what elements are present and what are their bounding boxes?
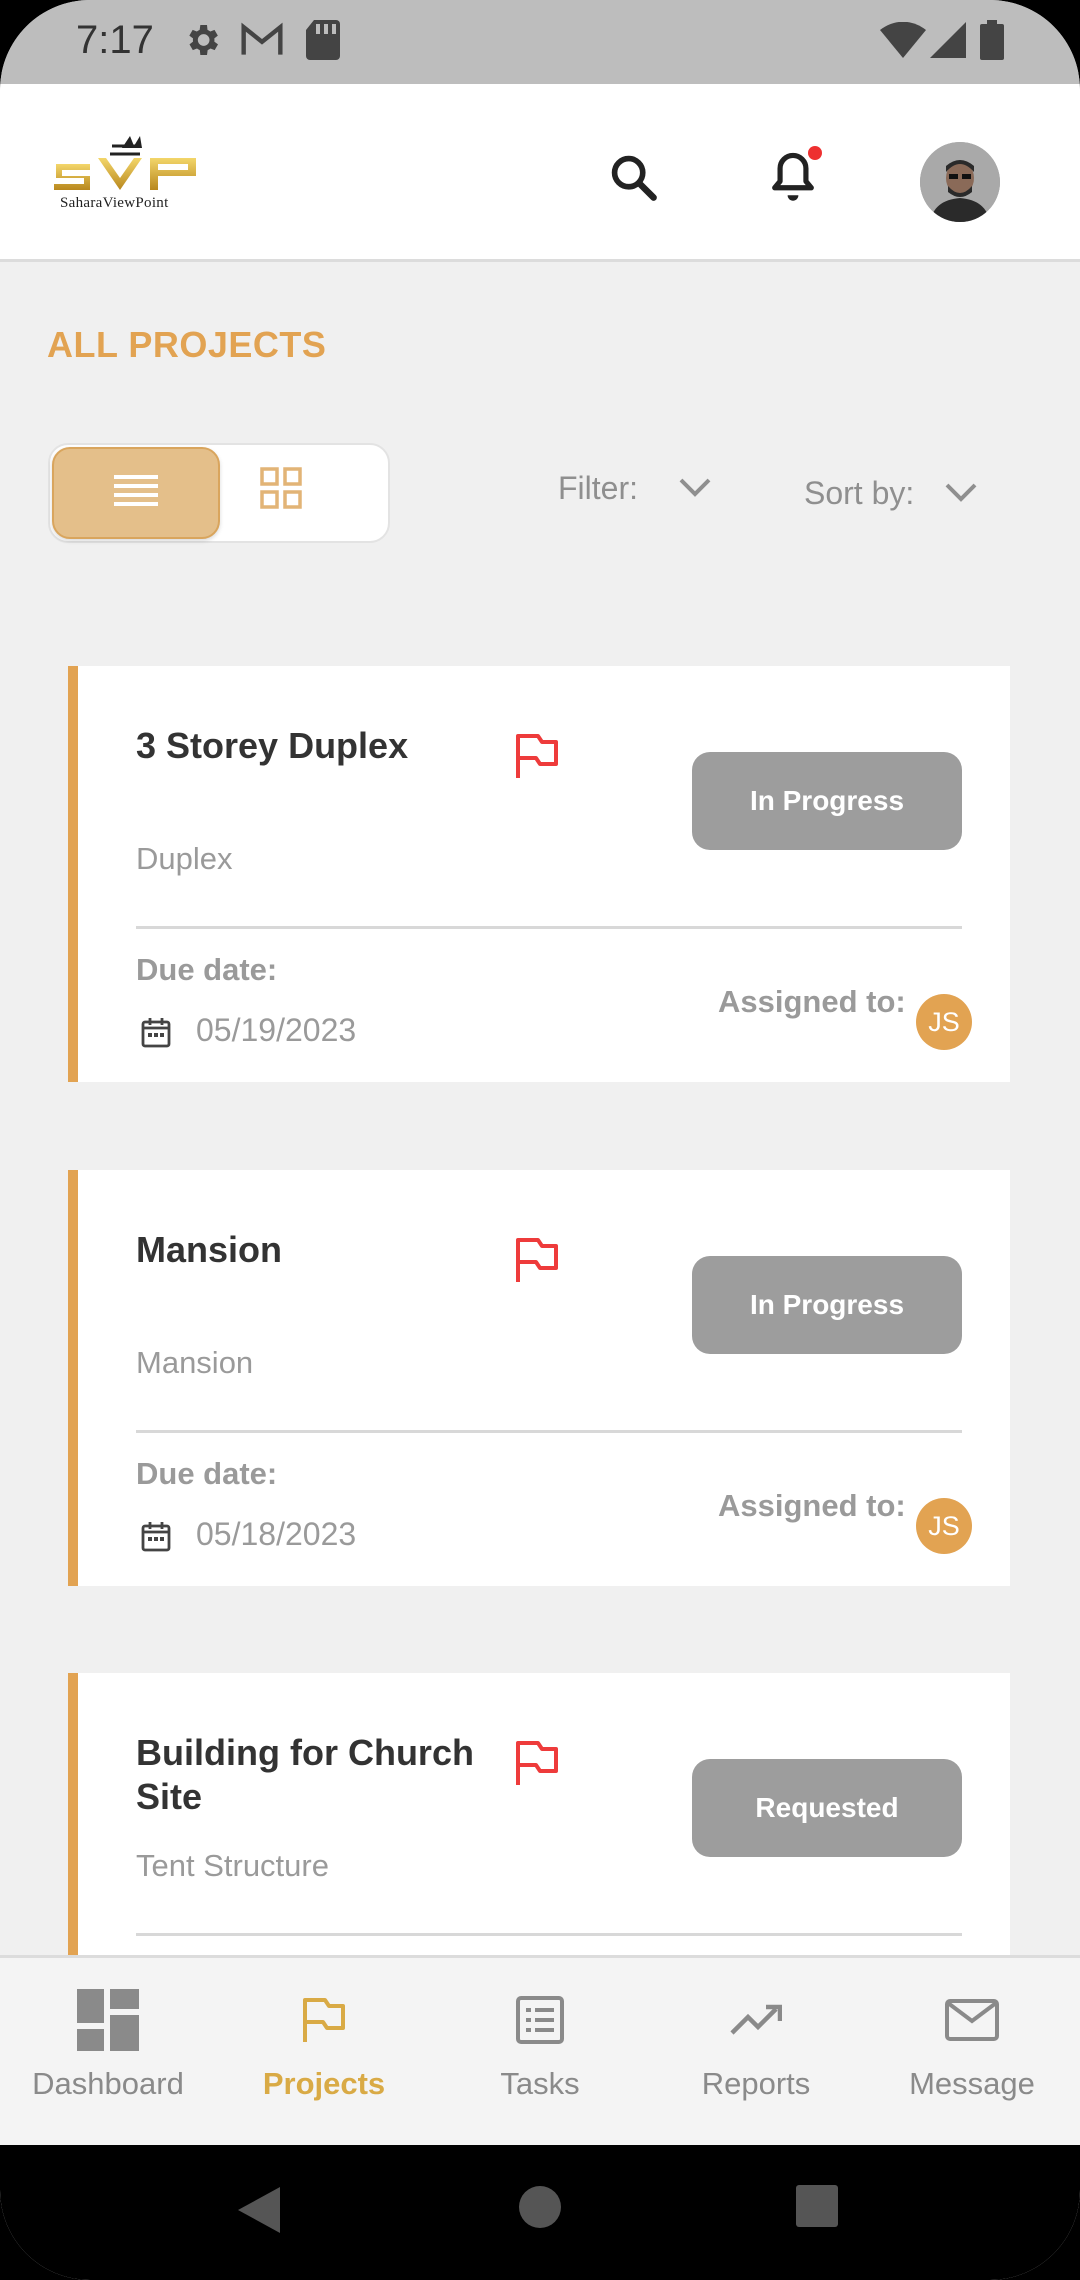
calendar-icon	[140, 1016, 172, 1048]
project-card[interactable]: Mansion In Progress Mansion Due date: 05…	[68, 1170, 1010, 1586]
project-title: Mansion	[136, 1229, 283, 1270]
nav-item-tasks[interactable]: Tasks	[432, 1988, 648, 2118]
divider	[136, 926, 962, 929]
nav-label: Tasks	[500, 2066, 580, 2101]
battery-icon	[980, 20, 1004, 65]
nav-item-message[interactable]: Message	[864, 1988, 1080, 2118]
project-title: 3 Storey Duplex	[136, 725, 409, 766]
assigned-label: Assigned to:	[718, 984, 906, 1019]
status-bar: 7:17	[0, 0, 1080, 84]
due-date: 05/19/2023	[196, 1012, 357, 1048]
filter-label: Filter:	[558, 470, 638, 506]
assignee-avatar[interactable]: JS	[916, 994, 972, 1050]
due-date: 05/18/2023	[196, 1516, 357, 1552]
assignee-avatar[interactable]: JS	[916, 1498, 972, 1554]
logo-text: SaharaViewPoint	[60, 195, 169, 211]
signal-icon	[930, 22, 966, 63]
app-header: SaharaViewPoint	[0, 84, 1080, 262]
chevron-down-icon	[678, 470, 712, 507]
avatar[interactable]	[920, 142, 1000, 222]
project-type: Mansion	[136, 1345, 254, 1380]
search-button[interactable]	[598, 144, 668, 214]
status-time: 7:17	[76, 18, 154, 62]
divider	[136, 1933, 962, 1936]
recents-icon[interactable]	[796, 2185, 838, 2232]
home-icon[interactable]	[518, 2185, 562, 2234]
nav-label: Dashboard	[32, 2066, 184, 2101]
mail-icon	[940, 1988, 1004, 2052]
due-date-label: Due date:	[136, 1456, 278, 1491]
nav-item-reports[interactable]: Reports	[648, 1988, 864, 2118]
nav-label: Reports	[701, 2066, 811, 2101]
trending-icon	[724, 1988, 788, 2052]
nav-label: Message	[909, 2066, 1035, 2101]
filter-dropdown[interactable]: Filter:	[558, 470, 712, 507]
status-badge[interactable]: In Progress	[692, 1256, 962, 1354]
divider	[136, 1430, 962, 1433]
tasks-icon	[508, 1988, 572, 2052]
gear-icon	[182, 20, 222, 65]
list-view-button[interactable]	[52, 447, 220, 539]
nav-item-dashboard[interactable]: Dashboard	[0, 1988, 216, 2118]
nav-label: Projects	[262, 2066, 386, 2101]
project-type: Tent Structure	[136, 1848, 329, 1883]
page-title: ALL PROJECTS	[47, 324, 327, 365]
chevron-down-icon	[944, 475, 978, 512]
list-icon	[114, 473, 158, 514]
search-icon	[607, 151, 659, 208]
phone-screen: 7:17 SaharaViewPoint ALL PROJECTS Filter…	[0, 0, 1080, 2280]
sort-label: Sort by:	[804, 475, 915, 511]
flag-icon[interactable]	[514, 732, 560, 780]
back-icon[interactable]	[236, 2185, 282, 2240]
grid-view-button[interactable]	[260, 467, 310, 517]
dashboard-icon	[76, 1988, 140, 2052]
due-date-label: Due date:	[136, 952, 278, 987]
gmail-icon	[240, 20, 284, 65]
wifi-icon	[880, 21, 926, 63]
flag-icon	[292, 1988, 356, 2052]
assigned-label: Assigned to:	[718, 1488, 906, 1523]
project-title: Building for Church Site	[136, 1732, 474, 1817]
view-toggle	[48, 443, 390, 543]
system-navigation-bar	[0, 2145, 1080, 2280]
bottom-navigation: Dashboard Projects Tasks Reports Message	[0, 1955, 1080, 2145]
nav-item-projects[interactable]: Projects	[216, 1988, 432, 2118]
status-badge[interactable]: Requested	[692, 1759, 962, 1857]
grid-icon	[260, 467, 302, 513]
status-badge[interactable]: In Progress	[692, 752, 962, 850]
sd-card-icon	[306, 20, 340, 65]
calendar-icon	[140, 1520, 172, 1552]
notification-dot	[808, 146, 822, 160]
sort-dropdown[interactable]: Sort by:	[804, 475, 978, 512]
flag-icon[interactable]	[514, 1739, 560, 1787]
flag-icon[interactable]	[514, 1236, 560, 1284]
project-type: Duplex	[136, 841, 233, 876]
project-card[interactable]: 3 Storey Duplex In Progress Duplex Due d…	[68, 666, 1010, 1082]
